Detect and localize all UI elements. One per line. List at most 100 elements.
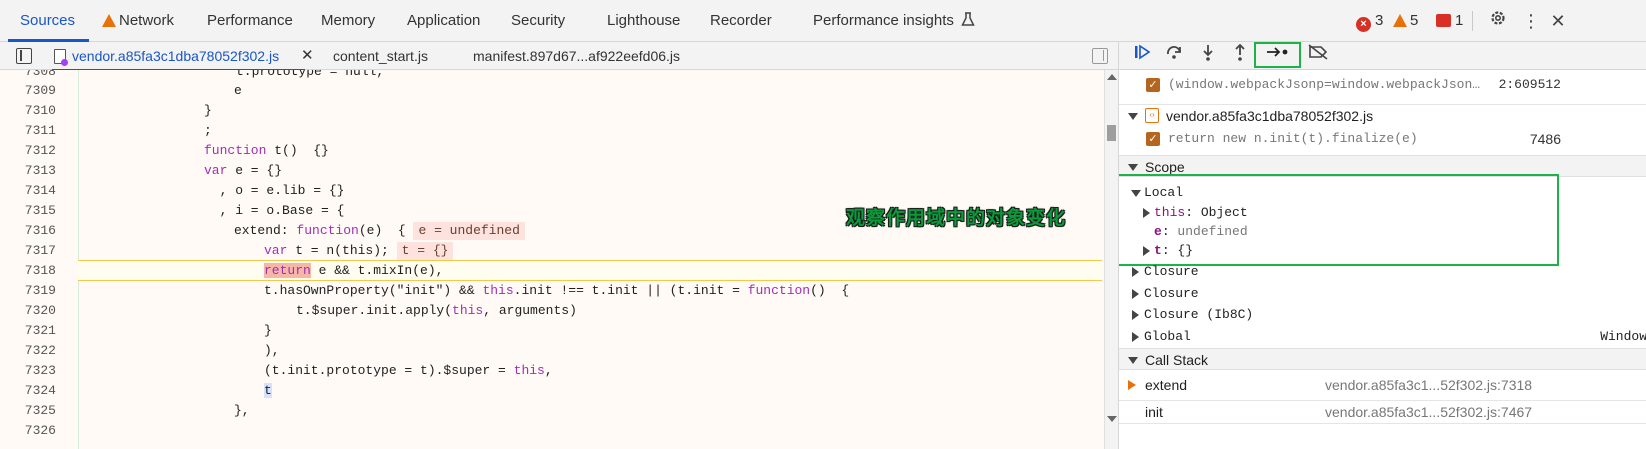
line-number[interactable]: 7320 — [0, 301, 56, 321]
var-value: {} — [1177, 243, 1194, 258]
code-text: t() {} — [266, 143, 329, 158]
debugger-toggle-icon[interactable] — [1092, 48, 1108, 64]
breakpoint-file[interactable]: ‹› vendor.a85fa3c1dba78052f302.js — [1119, 104, 1646, 126]
scope-variable[interactable]: t: {} — [1119, 240, 1646, 262]
deactivate-breakpoints-icon[interactable] — [1305, 44, 1331, 68]
gear-icon[interactable] — [1486, 9, 1510, 33]
breakpoint-item[interactable]: ✓ return new n.init(t).finalize(e) 7486 — [1119, 128, 1646, 150]
tab-recorder[interactable]: Recorder — [710, 0, 772, 42]
keyword: var — [204, 163, 228, 178]
checkbox-checked-icon[interactable]: ✓ — [1146, 78, 1160, 92]
scope-closure[interactable]: Closure (Ib8C) — [1119, 304, 1646, 326]
line-number[interactable]: 7319 — [0, 281, 56, 301]
tab-lighthouse[interactable]: Lighthouse — [607, 0, 680, 42]
chevron-down-icon[interactable] — [1128, 113, 1138, 120]
var-value: Object — [1200, 205, 1248, 220]
divider — [1119, 423, 1646, 424]
resume-icon[interactable] — [1129, 44, 1155, 68]
chevron-right-icon[interactable] — [1143, 208, 1150, 218]
section-title: Call Stack — [1145, 352, 1209, 368]
code-line: e — [234, 83, 242, 98]
tab-application[interactable]: Application — [407, 0, 480, 42]
line-number[interactable]: 7312 — [0, 141, 56, 161]
chevron-down-icon[interactable] — [1128, 164, 1138, 171]
code-text: t — [264, 383, 272, 398]
close-icon[interactable]: ✕ — [301, 42, 314, 70]
step-into-icon[interactable] — [1195, 44, 1221, 68]
chevron-right-icon[interactable] — [1143, 246, 1150, 256]
callstack-frame[interactable]: extend vendor.a85fa3c1...52f302.js:7318 — [1119, 374, 1646, 396]
chevron-right-icon[interactable] — [1132, 332, 1139, 342]
callstack-frame[interactable]: init vendor.a85fa3c1...52f302.js:7467 — [1119, 400, 1646, 422]
modified-dot-icon — [61, 59, 68, 66]
scope-closure[interactable]: Closure — [1119, 261, 1646, 283]
editor-scrollbar[interactable] — [1104, 70, 1118, 449]
line-number[interactable]: 7314 — [0, 181, 56, 201]
line-number[interactable]: 7322 — [0, 341, 56, 361]
tab-memory[interactable]: Memory — [321, 0, 375, 42]
keyword: this — [482, 283, 514, 298]
keyword: function — [296, 223, 359, 238]
current-frame-arrow-icon — [1128, 380, 1136, 390]
checkbox-checked-icon[interactable]: ✓ — [1146, 132, 1160, 146]
line-number[interactable]: 7326 — [0, 421, 56, 441]
chevron-right-icon[interactable] — [1132, 289, 1139, 299]
file-tab-label: manifest.897d67...af922eefd06.js — [473, 48, 681, 64]
code-line: t.$super.init.apply(this, arguments) — [296, 301, 577, 321]
breakpoint-location: 2:609512 — [1498, 77, 1561, 92]
scope-local[interactable]: Local — [1119, 182, 1646, 204]
breakpoint-item[interactable]: ✓ (window.webpackJsonp=window.webpackJso… — [1119, 74, 1646, 96]
current-execution-line — [78, 260, 1102, 281]
sidebar-toggle-icon[interactable] — [16, 48, 32, 64]
tab-sources[interactable]: Sources — [7, 0, 90, 42]
kebab-menu-icon[interactable]: ⋮ — [1519, 9, 1543, 33]
step-over-icon[interactable] — [1161, 44, 1187, 68]
scope-global[interactable]: Global Window — [1119, 326, 1646, 348]
line-number[interactable]: 7323 — [0, 361, 56, 381]
line-number[interactable]: 7325 — [0, 401, 56, 421]
line-number[interactable]: 7324 — [0, 381, 56, 401]
tab-performance-insights[interactable]: Performance insights — [813, 0, 975, 42]
warning-count[interactable]: 5 — [1393, 0, 1418, 42]
line-number[interactable]: 7309 — [0, 81, 56, 101]
chevron-down-icon[interactable] — [1131, 190, 1141, 197]
error-count[interactable]: × 3 — [1356, 0, 1383, 42]
line-number[interactable]: 7311 — [0, 121, 56, 141]
code-line: ), — [264, 343, 280, 358]
scope-closure[interactable]: Closure — [1119, 283, 1646, 305]
code-line: var e = {} — [204, 161, 282, 181]
tab-performance[interactable]: Performance — [207, 0, 293, 42]
scroll-down-icon[interactable] — [1107, 416, 1117, 422]
line-number[interactable]: 7310 — [0, 101, 56, 121]
tab-label: Application — [407, 12, 481, 29]
scroll-up-icon[interactable] — [1107, 74, 1117, 80]
tab-network[interactable]: Network — [102, 0, 174, 42]
line-number[interactable]: 7321 — [0, 321, 56, 341]
scope-name: Closure — [1144, 264, 1199, 279]
line-number[interactable]: 7316 — [0, 221, 56, 241]
file-tab-manifest[interactable]: manifest.897d67...af922eefd06.js — [473, 42, 680, 70]
step-out-icon[interactable] — [1227, 43, 1253, 68]
keyword: return — [264, 263, 311, 278]
code-line: ; — [204, 123, 212, 138]
line-number[interactable]: 7315 — [0, 201, 56, 221]
chevron-right-icon[interactable] — [1132, 267, 1139, 277]
issue-count[interactable]: 1 — [1436, 0, 1463, 42]
annotation-text: 观察作用域中的对象变化 — [846, 208, 1067, 229]
line-number[interactable]: 7313 — [0, 161, 56, 181]
chevron-right-icon[interactable] — [1132, 310, 1139, 320]
file-tab-content-start[interactable]: content_start.js — [333, 42, 428, 70]
callstack-section-header[interactable]: Call Stack — [1119, 348, 1646, 370]
file-tab-vendor[interactable]: vendor.a85fa3c1dba78052f302.js — [51, 42, 306, 71]
code-editor[interactable]: 7308 t.prototype = null, 7309 e 7310 } 7… — [0, 70, 1104, 449]
tab-label: Sources — [20, 12, 76, 29]
tab-security[interactable]: Security — [511, 0, 565, 42]
close-icon[interactable]: ✕ — [1546, 9, 1570, 33]
line-number[interactable]: 7318 — [0, 261, 56, 281]
code-line: , i = o.Base = { — [204, 203, 345, 218]
scrollbar-thumb[interactable] — [1107, 125, 1116, 141]
chevron-down-icon[interactable] — [1128, 357, 1138, 364]
file-tabs-bar: vendor.a85fa3c1dba78052f302.js ✕ content… — [0, 42, 1118, 71]
line-number[interactable]: 7317 — [0, 241, 56, 261]
flask-icon — [961, 12, 975, 26]
